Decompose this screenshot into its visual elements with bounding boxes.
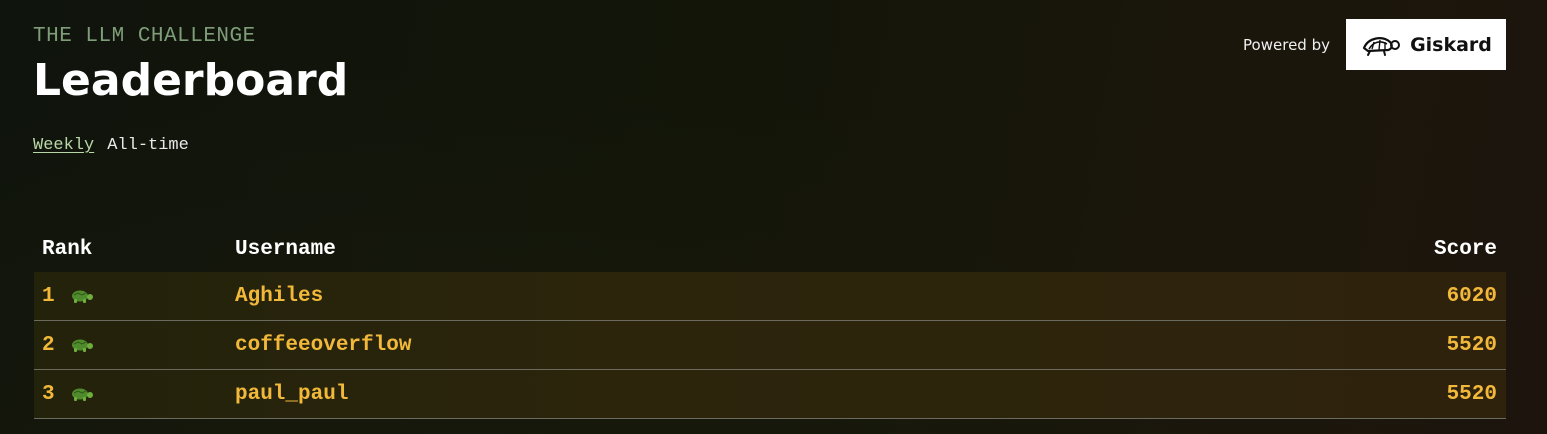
score-cell: 5520 (1446, 333, 1497, 357)
rank-cell: 1 (42, 285, 235, 308)
username-cell: paul_paul (235, 382, 349, 406)
table-header-row: Rank Username Score (34, 226, 1506, 272)
table-row: 1 Aghiles 6020 (34, 272, 1506, 321)
tab-weekly[interactable]: Weekly (33, 136, 94, 155)
giskard-logo-text: Giskard (1410, 33, 1492, 56)
rank-cell: 3 (42, 383, 235, 406)
score-cell: 5520 (1446, 382, 1497, 406)
challenge-eyebrow: THE LLM CHALLENGE (33, 25, 256, 48)
page-title: Leaderboard (33, 55, 349, 106)
score-column-header: Score (1433, 237, 1497, 261)
rank-number: 1 (42, 284, 55, 308)
score-cell: 6020 (1446, 284, 1497, 308)
username-cell: coffeeoverflow (235, 333, 412, 357)
tab-all-time[interactable]: All-time (107, 136, 189, 155)
rank-column-header: Rank (42, 237, 93, 261)
username-cell: Aghiles (235, 284, 324, 308)
powered-by-label: Powered by (1243, 35, 1330, 54)
page-header: THE LLM CHALLENGE Leaderboard (33, 24, 348, 108)
table-row: 3 paul_paul 5520 (34, 370, 1506, 419)
powered-by: Powered by Giskard (1243, 19, 1506, 70)
turtle-icon (71, 388, 93, 401)
period-tabs: Weekly All-time (33, 136, 189, 155)
rank-cell: 2 (42, 334, 235, 357)
leaderboard-table: Rank Username Score 1 Aghiles 6020 2 cof… (34, 226, 1506, 419)
rank-number: 2 (42, 333, 55, 357)
turtle-icon (71, 290, 93, 303)
turtle-icon (71, 339, 93, 352)
table-row: 2 coffeeoverflow 5520 (34, 321, 1506, 370)
username-column-header: Username (235, 237, 336, 261)
rank-number: 3 (42, 382, 55, 406)
giskard-logo-link[interactable]: Giskard (1346, 19, 1506, 70)
turtle-icon (1362, 36, 1401, 56)
